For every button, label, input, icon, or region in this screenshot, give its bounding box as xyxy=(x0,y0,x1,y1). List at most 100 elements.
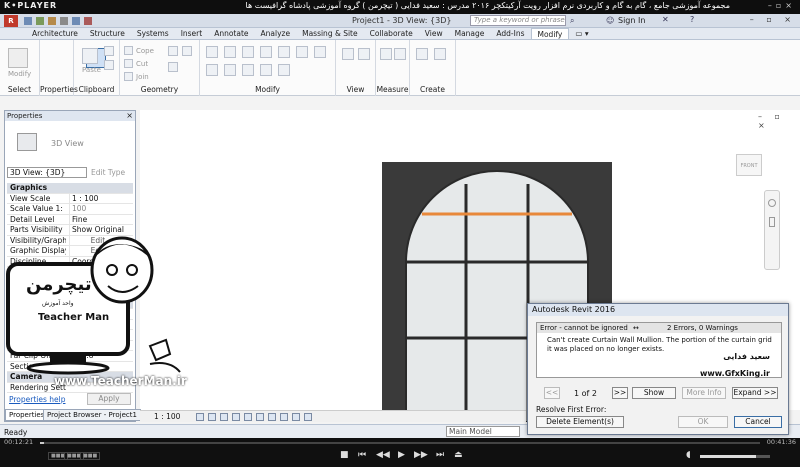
tab-view[interactable]: View xyxy=(419,28,449,39)
tab-add-ins[interactable]: Add-Ins xyxy=(490,28,530,39)
crop-view-icon[interactable] xyxy=(256,413,264,421)
seek-bar[interactable] xyxy=(40,442,760,444)
cope-button[interactable]: Cope xyxy=(136,47,154,55)
cut-geometry-button[interactable]: Cut xyxy=(136,60,148,68)
paste-icon[interactable] xyxy=(82,48,98,64)
steering-wheel-icon[interactable] xyxy=(768,199,776,207)
tab-overflow-icon[interactable]: ▭ ▾ xyxy=(569,28,594,39)
tab-manage[interactable]: Manage xyxy=(449,28,491,39)
zoom-icon[interactable] xyxy=(769,217,775,227)
reveal-hidden-icon[interactable] xyxy=(304,413,312,421)
player-window-controls[interactable]: –▫× xyxy=(768,1,796,10)
view-window-controls[interactable]: – ▫ × xyxy=(758,112,800,130)
align-icon[interactable] xyxy=(206,46,218,58)
tab-architecture[interactable]: Architecture xyxy=(26,28,84,39)
array-icon[interactable] xyxy=(224,64,236,76)
property-value[interactable]: 100 xyxy=(69,204,131,214)
eject-icon[interactable]: ⏏ xyxy=(454,450,463,460)
rewind-icon[interactable]: ◀◀ xyxy=(376,450,390,460)
property-value[interactable]: 1 : 100 xyxy=(69,193,131,204)
visual-style-icon[interactable] xyxy=(208,413,216,421)
override-graphics-icon[interactable] xyxy=(358,48,370,60)
quick-access-icons[interactable] xyxy=(24,16,104,26)
delete-icon[interactable] xyxy=(278,64,290,76)
viewcube[interactable]: FRONT xyxy=(736,154,762,176)
maximize-icon[interactable]: ▫ xyxy=(776,1,785,10)
paste-button[interactable]: Paste xyxy=(82,66,101,74)
search-input[interactable]: Type a keyword or phrase xyxy=(470,15,566,26)
view-scale[interactable]: 1 : 100 xyxy=(154,412,180,421)
rendering-icon[interactable] xyxy=(244,413,252,421)
audio-button[interactable]: ■■■ xyxy=(80,452,101,460)
trim-icon[interactable] xyxy=(314,46,326,58)
close-icon[interactable]: × xyxy=(785,1,796,10)
dimension-icon[interactable] xyxy=(394,48,406,60)
play-icon[interactable]: ▶ xyxy=(398,450,405,460)
tab-massing-site[interactable]: Massing & Site xyxy=(296,28,364,39)
tab-structure[interactable]: Structure xyxy=(84,28,131,39)
split-face-icon[interactable] xyxy=(182,46,192,56)
offset-icon[interactable] xyxy=(224,46,236,58)
property-value[interactable]: Show Original xyxy=(69,225,131,235)
property-row[interactable]: Detail Level Fine xyxy=(7,214,133,225)
paint-icon[interactable] xyxy=(168,62,178,72)
tab-properties[interactable]: Properties xyxy=(5,409,49,421)
ok-button[interactable]: OK xyxy=(678,416,728,428)
measure-icon[interactable] xyxy=(380,48,392,60)
tab-modify[interactable]: Modify xyxy=(530,28,570,39)
minimize-icon[interactable]: – xyxy=(768,1,776,10)
pin-icon[interactable] xyxy=(260,64,272,76)
revit-window-controls[interactable]: – ▫ × xyxy=(750,15,796,24)
property-row[interactable]: View Scale 1 : 100 xyxy=(7,193,133,204)
select-panel-label[interactable]: Select xyxy=(0,85,39,94)
next-icon[interactable]: ⏭ xyxy=(436,450,444,460)
tab-annotate[interactable]: Annotate xyxy=(208,28,254,39)
split-icon[interactable] xyxy=(206,64,218,76)
navigation-bar[interactable] xyxy=(764,190,780,270)
tab-systems[interactable]: Systems xyxy=(131,28,175,39)
forward-icon[interactable]: ▶▶ xyxy=(414,450,428,460)
close-icon[interactable]: × xyxy=(126,111,133,121)
tab-insert[interactable]: Insert xyxy=(175,28,209,39)
property-row[interactable]: Parts Visibility Show Original xyxy=(7,225,133,236)
previous-icon[interactable]: ⏮ xyxy=(358,450,366,460)
delete-elements-button[interactable]: Delete Element(s) xyxy=(536,416,624,428)
tab-analyze[interactable]: Analyze xyxy=(255,28,297,39)
edit-type-button[interactable]: Edit Type xyxy=(91,167,125,178)
crop-region-icon[interactable] xyxy=(268,413,276,421)
shadows-icon[interactable] xyxy=(232,413,240,421)
cancel-button[interactable]: Cancel xyxy=(734,416,782,428)
prev-error-button[interactable]: << xyxy=(544,387,560,399)
sign-in-button[interactable]: Sign In xyxy=(618,16,645,25)
move-icon[interactable] xyxy=(260,46,272,58)
property-value[interactable]: Fine xyxy=(69,214,131,225)
instance-selector[interactable]: 3D View: {3D} xyxy=(7,167,87,178)
model-selector[interactable]: Main Model xyxy=(446,426,520,437)
detail-level-icon[interactable] xyxy=(196,413,204,421)
error-header-row[interactable]: Error - cannot be ignored ↔ 2 Errors, 0 … xyxy=(537,323,781,333)
create-group-icon[interactable] xyxy=(434,48,446,60)
more-info-button[interactable]: More Info xyxy=(682,387,726,399)
sun-path-icon[interactable] xyxy=(220,413,228,421)
wall-joins-icon[interactable] xyxy=(168,46,178,56)
scale-icon[interactable] xyxy=(242,64,254,76)
exchange-icon[interactable]: ✕ xyxy=(662,15,669,24)
lock-view-icon[interactable] xyxy=(280,413,288,421)
properties-help-link[interactable]: Properties help xyxy=(9,395,66,404)
modify-button[interactable]: Modify xyxy=(8,70,31,78)
expand-button[interactable]: Expand >> xyxy=(732,387,778,399)
cope-icon[interactable] xyxy=(124,46,133,55)
properties-header[interactable]: Properties × xyxy=(5,111,135,121)
stop-icon[interactable]: ■ xyxy=(340,450,349,460)
rotate-icon[interactable] xyxy=(296,46,308,58)
temporary-hide-icon[interactable] xyxy=(292,413,300,421)
show-button[interactable]: Show xyxy=(632,387,676,399)
tab-project-browser[interactable]: Project Browser - Project1 xyxy=(43,409,141,421)
help-icon[interactable]: ? xyxy=(690,15,694,24)
join-button[interactable]: Join xyxy=(136,73,149,81)
join-icon[interactable] xyxy=(124,72,133,81)
copy-element-icon[interactable] xyxy=(278,46,290,58)
next-error-button[interactable]: >> xyxy=(612,387,628,399)
mirror-icon[interactable] xyxy=(242,46,254,58)
volume-icon[interactable]: ◖ xyxy=(686,450,691,460)
